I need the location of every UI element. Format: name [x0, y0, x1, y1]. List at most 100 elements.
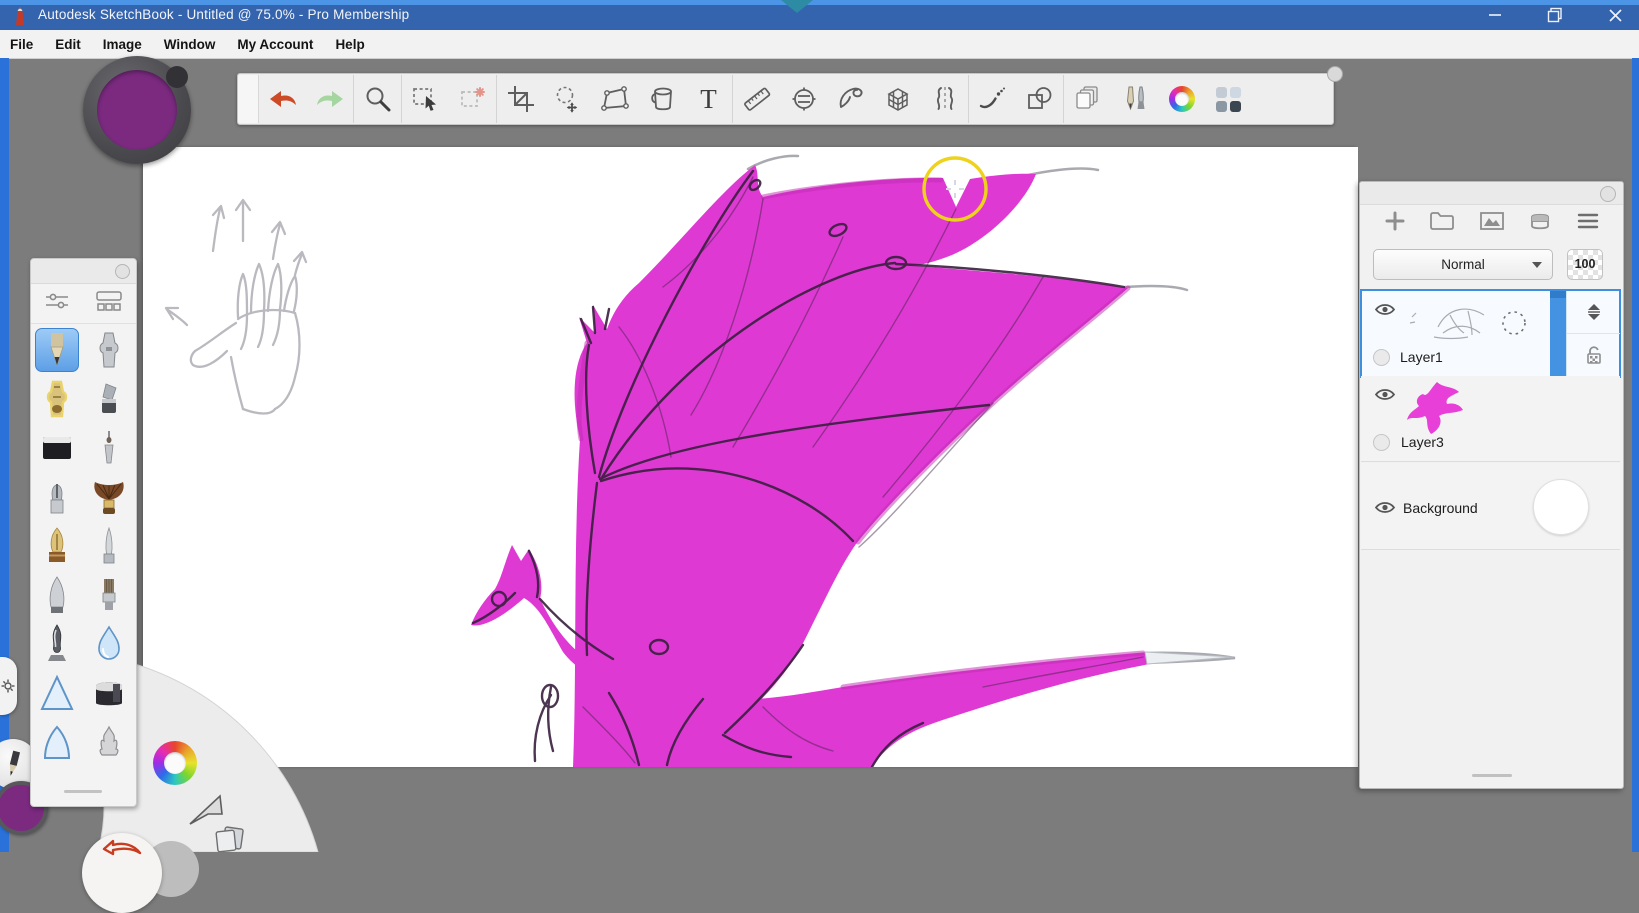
- selection-tool-button[interactable]: [402, 75, 449, 123]
- pencil-icon: [2, 749, 24, 779]
- brush-flat[interactable]: [83, 570, 135, 619]
- zoom-tool-button[interactable]: [354, 75, 401, 123]
- predictive-stroke-button[interactable]: [969, 75, 1016, 123]
- menu-image[interactable]: Image: [92, 30, 153, 58]
- text-tool-button[interactable]: T: [685, 75, 732, 123]
- redo-button[interactable]: [306, 75, 353, 123]
- brush-eraser-soft[interactable]: [83, 668, 135, 717]
- brush-smudge-round[interactable]: [31, 717, 83, 766]
- distort-tool-button[interactable]: [591, 75, 638, 123]
- bullet-marker-icon: [43, 478, 71, 516]
- brush-calligraphy-nib[interactable]: [31, 521, 83, 570]
- menu-edit[interactable]: Edit: [44, 30, 92, 58]
- detail-brush-icon: [98, 429, 120, 467]
- lagoon-copy-pages-icon[interactable]: [212, 826, 248, 852]
- layer3-name: Layer3: [1401, 434, 1444, 450]
- layer1-opacity-slider[interactable]: [1550, 291, 1566, 376]
- brush-inking-pen[interactable]: [83, 521, 135, 570]
- layer3-visibility-eye-icon[interactable]: [1374, 386, 1396, 403]
- brush-smear[interactable]: [83, 717, 135, 766]
- brush-cone[interactable]: [31, 570, 83, 619]
- blend-mode-dropdown[interactable]: Normal: [1373, 249, 1553, 280]
- layer-row-background[interactable]: Background: [1361, 463, 1620, 550]
- undo-button[interactable]: [259, 75, 306, 123]
- layers-panel-close-icon[interactable]: [1600, 186, 1616, 202]
- layer1-radio[interactable]: [1373, 349, 1390, 366]
- airbrush-icon: [94, 331, 124, 369]
- color-editor-button[interactable]: [1158, 75, 1205, 123]
- brush-chisel-marker[interactable]: [83, 374, 135, 423]
- close-button[interactable]: [1592, 0, 1638, 30]
- brush-pencil[interactable]: [31, 325, 83, 374]
- undo-icon: [268, 87, 298, 111]
- ruler-tool-button[interactable]: [733, 75, 780, 123]
- brush-chrome-pen[interactable]: [31, 619, 83, 668]
- toolbar-grip[interactable]: [238, 75, 259, 123]
- crop-tool-button[interactable]: [497, 75, 544, 123]
- toolbar-dock-button[interactable]: [1327, 66, 1343, 82]
- layer-opacity-field[interactable]: 100: [1567, 249, 1603, 280]
- gear-icon: [1, 679, 15, 693]
- brush-bullet-marker[interactable]: [31, 472, 83, 521]
- fill-tool-button[interactable]: [638, 75, 685, 123]
- brush-library-button[interactable]: [1111, 75, 1158, 123]
- shapes-tool-button[interactable]: [1016, 75, 1063, 123]
- symmetry-tool-button[interactable]: [921, 75, 968, 123]
- menu-my-account[interactable]: My Account: [226, 30, 324, 58]
- layer-reorder-button[interactable]: [1567, 291, 1620, 334]
- erase-layer-button[interactable]: [1528, 210, 1552, 237]
- brush-sets-button[interactable]: [95, 290, 123, 317]
- layer-editor-button[interactable]: [1064, 75, 1111, 123]
- background-visibility-eye-icon[interactable]: [1374, 499, 1396, 516]
- undo-puck[interactable]: [82, 833, 162, 913]
- lagoon-color-wheel-icon[interactable]: [153, 741, 197, 785]
- brush-detail[interactable]: [83, 423, 135, 472]
- ellipse-guide-icon: [790, 85, 818, 113]
- deselect-tool-button[interactable]: [449, 75, 496, 123]
- menu-window[interactable]: Window: [153, 30, 227, 58]
- layers-panel: Normal 100 Layer1: [1359, 181, 1624, 789]
- brush-brass-airbrush[interactable]: [31, 374, 83, 423]
- layer-folder-button[interactable]: [1429, 210, 1455, 237]
- restore-button[interactable]: [1532, 0, 1578, 30]
- brush-fan[interactable]: [83, 472, 135, 521]
- layer1-opacity-slider-cap[interactable]: [1550, 291, 1566, 298]
- current-color-swatch[interactable]: [97, 70, 177, 150]
- layer-lock-button[interactable]: [1567, 334, 1620, 376]
- interface-layout-button[interactable]: [1205, 75, 1252, 123]
- menu-file[interactable]: File: [0, 30, 44, 58]
- layer-row-layer3[interactable]: Layer3: [1361, 376, 1620, 462]
- smudge-round-icon: [40, 723, 74, 761]
- brush-airbrush[interactable]: [83, 325, 135, 374]
- layers-panel-header[interactable]: [1360, 182, 1623, 205]
- water-drop-icon: [93, 625, 125, 663]
- layer3-radio[interactable]: [1373, 434, 1390, 451]
- layer-row-layer1[interactable]: Layer1: [1360, 289, 1621, 378]
- menu-help[interactable]: Help: [324, 30, 375, 58]
- text-tool-glyph: T: [700, 86, 717, 113]
- layer-editor-icon: [1074, 85, 1102, 113]
- layer1-visibility-eye-icon[interactable]: [1374, 301, 1396, 318]
- brush-watercolor-drop[interactable]: [83, 619, 135, 668]
- ellipse-guide-button[interactable]: [780, 75, 827, 123]
- hidden-palette-edge-tab[interactable]: [0, 657, 17, 715]
- transform-icon: [554, 85, 582, 113]
- brush-smudge-triangle[interactable]: [31, 668, 83, 717]
- transform-tool-button[interactable]: [544, 75, 591, 123]
- puck-toggle-dot[interactable]: [166, 66, 188, 88]
- import-image-button[interactable]: [1479, 210, 1505, 237]
- french-curve-button[interactable]: [827, 75, 874, 123]
- perspective-guide-button[interactable]: [874, 75, 921, 123]
- minimize-button[interactable]: [1472, 0, 1518, 30]
- brush-settings-button[interactable]: [44, 290, 70, 317]
- brush-eraser-hard[interactable]: [31, 423, 83, 472]
- layers-panel-resize-handle[interactable]: [1472, 774, 1512, 777]
- background-color-swatch[interactable]: [1533, 479, 1589, 535]
- palette-close-icon[interactable]: [115, 264, 130, 279]
- main-toolbar: T: [237, 73, 1334, 125]
- palette-resize-handle[interactable]: [64, 790, 102, 793]
- add-layer-button[interactable]: [1384, 210, 1406, 237]
- brush-palette-header[interactable]: [31, 259, 136, 284]
- lagoon-transform-cursor-icon[interactable]: [186, 788, 228, 828]
- layer-menu-button[interactable]: [1576, 211, 1600, 236]
